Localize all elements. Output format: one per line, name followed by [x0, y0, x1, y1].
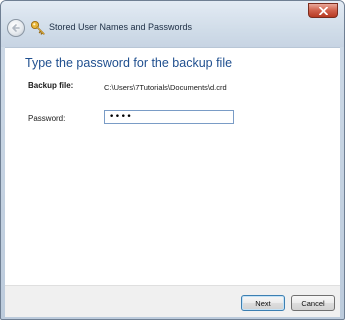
backup-file-label: Backup file:: [28, 81, 74, 90]
backup-file-path: C:\Users\7Tutorials\Documents\d.crd: [104, 83, 227, 92]
window-title: Stored User Names and Passwords: [49, 22, 193, 32]
key-icon: [30, 20, 45, 35]
back-arrow-icon: [12, 24, 20, 32]
button-bar: Next Cancel: [5, 285, 340, 317]
dialog-window: Stored User Names and Passwords Type the…: [0, 0, 345, 320]
page-heading: Type the password for the backup file: [25, 56, 233, 70]
close-icon: [318, 6, 328, 15]
password-label: Password:: [28, 114, 66, 123]
cancel-button[interactable]: Cancel: [291, 295, 335, 311]
content-panel: Type the password for the backup file Ba…: [5, 47, 340, 286]
title-bar[interactable]: Stored User Names and Passwords: [1, 1, 344, 47]
back-button[interactable]: [7, 19, 25, 37]
close-button[interactable]: [308, 3, 338, 18]
next-button[interactable]: Next: [241, 295, 285, 311]
password-field[interactable]: [104, 110, 234, 124]
